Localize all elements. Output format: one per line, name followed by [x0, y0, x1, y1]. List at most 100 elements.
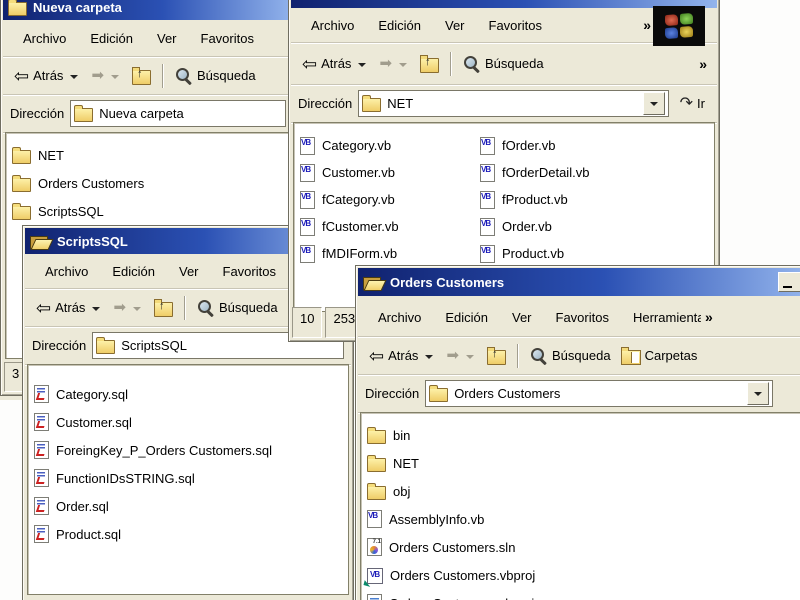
list-item[interactable]: VB Category.vb [294, 132, 474, 159]
menu-item-edici-n[interactable]: Edición [78, 31, 145, 46]
search-button[interactable]: Búsqueda [170, 67, 261, 85]
open-folder-icon [30, 234, 51, 249]
folder-icon [367, 426, 386, 444]
address-dropdown-button[interactable] [642, 92, 665, 115]
list-item[interactable]: 7.1 Orders Customers.sln [361, 533, 800, 561]
menu-item-favoritos[interactable]: Favoritos [211, 264, 288, 279]
list-item[interactable]: NET [361, 449, 800, 477]
menu-item-archivo[interactable]: Archivo [366, 310, 433, 325]
menu-item-archivo[interactable]: Archivo [11, 31, 78, 46]
back-label: Atrás [388, 348, 419, 363]
windows-logo [653, 6, 705, 46]
list-item[interactable]: Product.sql [28, 520, 348, 548]
minimize-button[interactable] [778, 272, 800, 292]
sql-file-icon [34, 413, 49, 431]
menu-item-herramientas[interactable]: Herramientas [621, 310, 701, 325]
forward-arrow-icon: ➡ [446, 347, 460, 364]
search-button[interactable]: Búsqueda [525, 347, 616, 365]
file-label: ForeingKey_P_Orders Customers.sql [56, 442, 273, 458]
up-button[interactable] [482, 346, 511, 365]
menu-item-ver[interactable]: Ver [500, 310, 544, 325]
list-item[interactable]: VB fCustomer.vb [294, 213, 474, 240]
address-input[interactable]: Nueva carpeta [70, 100, 286, 127]
up-button[interactable] [415, 54, 444, 73]
back-label: Atrás [55, 300, 86, 315]
back-dropdown-icon [70, 74, 79, 79]
list-item[interactable]: VB fProduct.vb [474, 186, 589, 213]
menu-item-archivo[interactable]: Archivo [299, 18, 366, 33]
menu-item-archivo[interactable]: Archivo [33, 264, 100, 279]
up-button[interactable] [149, 298, 178, 317]
search-button[interactable]: Búsqueda [458, 55, 549, 73]
list-item[interactable]: Order.sql [28, 492, 348, 520]
file-label: Orders Customers.vbproj.user [389, 596, 563, 600]
list-item[interactable]: FunctionIDsSTRING.sql [28, 464, 348, 492]
list-item[interactable]: VB fOrderDetail.vb [474, 159, 589, 186]
status-object-count: 10 [292, 307, 323, 338]
menu-item-edici-n[interactable]: Edición [433, 310, 500, 325]
list-item[interactable]: ForeingKey_P_Orders Customers.sql [28, 436, 348, 464]
menu-overflow-chevron[interactable]: » [701, 309, 717, 325]
forward-button[interactable]: ➡ [108, 300, 149, 315]
list-item[interactable]: Orders Customers.vbproj.user [361, 589, 800, 600]
list-item[interactable]: Customer.sql [28, 408, 348, 436]
list-item[interactable]: Category.sql [28, 380, 348, 408]
file-label: Product.vb [502, 246, 565, 261]
list-item[interactable]: VB fCategory.vb [294, 186, 474, 213]
file-label: obj [393, 483, 411, 499]
list-item[interactable]: Orders Customers [6, 169, 290, 197]
go-arrow-icon: ↷ [679, 94, 694, 112]
folders-button[interactable]: Carpetas [616, 346, 703, 365]
sql-file-icon [34, 525, 49, 543]
search-icon [197, 299, 215, 317]
address-dropdown-button[interactable] [747, 382, 769, 405]
list-item[interactable]: bin [361, 421, 800, 449]
titlebar[interactable]: Nueva carpeta [3, 0, 293, 20]
go-button[interactable]: ↷ Ir [675, 94, 710, 112]
forward-button[interactable]: ➡ [86, 68, 127, 83]
back-dropdown-icon [358, 62, 367, 67]
list-item[interactable]: VB Customer.vb [294, 159, 474, 186]
menu-item-ver[interactable]: Ver [167, 264, 211, 279]
sql-file-icon [34, 469, 49, 487]
file-label: fOrderDetail.vb [502, 165, 590, 180]
list-item[interactable]: VB Order.vb [474, 213, 589, 240]
toolbar-separator [184, 295, 187, 320]
list-item[interactable]: VB AssemblyInfo.vb [361, 505, 800, 533]
vb-file-icon: VB [300, 190, 315, 209]
menu-item-favoritos[interactable]: Favoritos [544, 310, 621, 325]
vb-file-icon: VB [300, 136, 315, 155]
search-label: Búsqueda [552, 348, 611, 363]
forward-dropdown-icon [111, 74, 120, 79]
back-button[interactable]: ⇦ Atrás [31, 299, 108, 317]
list-item[interactable]: obj [361, 477, 800, 505]
menu-item-edici-n[interactable]: Edición [366, 18, 433, 33]
folder-icon [12, 202, 31, 220]
menu-item-ver[interactable]: Ver [145, 31, 189, 46]
search-button[interactable]: Búsqueda [192, 299, 283, 317]
menu-item-edici-n[interactable]: Edición [100, 264, 167, 279]
toolbar-overflow-chevron[interactable]: » [695, 56, 711, 72]
back-button[interactable]: ⇦ Atrás [297, 55, 374, 73]
forward-button[interactable]: ➡ [441, 348, 482, 363]
list-item[interactable]: NET [6, 141, 290, 169]
menu-item-favoritos[interactable]: Favoritos [477, 18, 554, 33]
list-item[interactable]: VB Product.vb [474, 240, 589, 267]
address-bar: Dirección Nueva carpeta [3, 95, 293, 133]
forward-button[interactable]: ➡ [374, 56, 415, 71]
vb-file-icon: VB [480, 190, 495, 209]
address-input[interactable]: Orders Customers [425, 380, 773, 407]
up-button[interactable] [127, 66, 156, 85]
list-item[interactable]: VB fMDIForm.vb [294, 240, 474, 267]
back-arrow-icon: ⇦ [302, 53, 318, 74]
back-button[interactable]: ⇦ Atrás [9, 67, 86, 85]
menu-item-ver[interactable]: Ver [433, 18, 477, 33]
back-button[interactable]: ⇦ Atrás [364, 347, 441, 365]
list-item[interactable]: VB fOrder.vb [474, 132, 589, 159]
menu-item-favoritos[interactable]: Favoritos [189, 31, 266, 46]
address-label: Dirección [298, 96, 353, 111]
titlebar[interactable]: Orders Customers [358, 268, 800, 296]
list-item[interactable]: VB Orders Customers.vbproj [361, 561, 800, 589]
list-item[interactable]: ScriptsSQL [6, 197, 290, 225]
address-input[interactable]: NET [358, 90, 669, 117]
